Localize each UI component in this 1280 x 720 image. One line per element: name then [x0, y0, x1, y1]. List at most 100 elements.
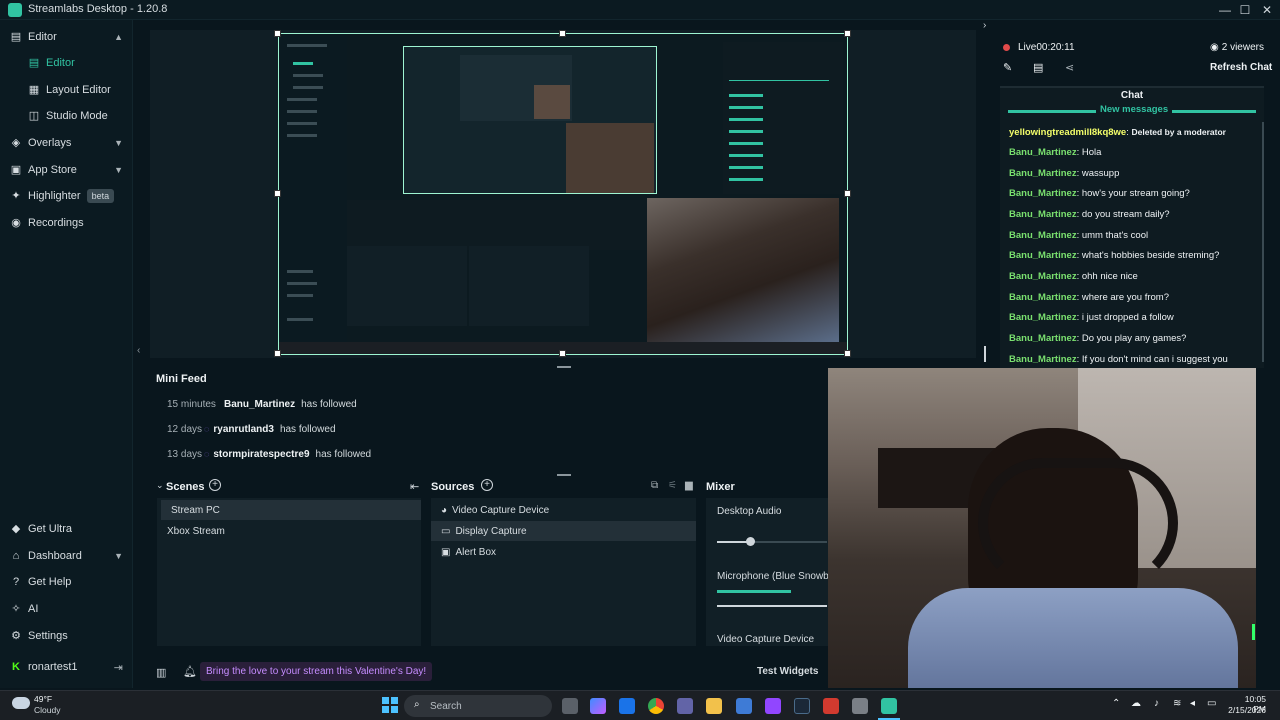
studio-mode-icon: ◫ [28, 110, 40, 122]
sidebar-item-overlays[interactable]: ◈ Overlays ▼ [0, 130, 133, 156]
close-icon[interactable]: ✕ [1256, 0, 1278, 20]
teams-icon[interactable] [677, 698, 693, 714]
editor-icon: ▤ [10, 31, 22, 43]
chat-message: Banu_Martinez: umm that's cool [1009, 230, 1149, 241]
scene-item[interactable]: Stream PC [161, 500, 421, 520]
logout-icon[interactable]: ⇥ [114, 661, 123, 674]
viewer-count: ◉ 2 viewers [1210, 42, 1264, 53]
resize-handle[interactable] [559, 30, 566, 37]
add-source-icon[interactable]: + [481, 479, 493, 491]
share-icon[interactable]: ⋖ [1065, 61, 1074, 74]
splitter-handle[interactable] [557, 474, 571, 476]
chevron-down-icon: ▼ [114, 165, 123, 175]
outlook-icon[interactable] [619, 698, 635, 714]
sidebar-item-editor-group[interactable]: ▤ Editor ▲ [0, 24, 133, 50]
resize-handle[interactable] [274, 350, 281, 357]
collapse-right-icon[interactable]: › [983, 20, 986, 31]
source-group-icon[interactable]: ⧉ [651, 480, 658, 491]
taskbar-search[interactable]: ⌕ Search [404, 695, 552, 717]
promo-banner[interactable]: Bring the love to your stream this Valen… [200, 662, 433, 681]
resize-handle[interactable] [844, 350, 851, 357]
mini-feed-title: Mini Feed [156, 373, 207, 385]
sidebar-item-label: Overlays [28, 137, 72, 149]
source-item[interactable]: ▣ Alert Box [431, 542, 696, 562]
sidebar-item-label: AI [28, 603, 39, 615]
chrome-icon[interactable] [648, 698, 664, 714]
splitter-handle[interactable] [984, 346, 986, 362]
task-view-icon[interactable] [562, 698, 578, 714]
gear-icon: ⚙ [11, 630, 21, 642]
folder-icon[interactable]: ▆ [685, 480, 693, 491]
notification-icon[interactable]: 🔔︎ [183, 665, 197, 678]
cloud-icon [12, 697, 30, 709]
clock-date[interactable]: 2/15/2026 [1226, 705, 1266, 715]
sidebar-item-dashboard[interactable]: ⌂ Dashboard ▼ [0, 543, 133, 569]
source-item[interactable]: ◕ Video Capture Device [431, 500, 696, 520]
resize-handle[interactable] [274, 30, 281, 37]
chevron-down-icon[interactable]: ⌄ [156, 480, 164, 491]
wifi-icon[interactable]: ≋ [1173, 698, 1181, 709]
copilot-icon[interactable] [590, 698, 606, 714]
title-bar: Streamlabs Desktop - 1.20.8 — ☐ ✕ [0, 0, 1280, 20]
kick-icon: ◌ [204, 449, 210, 459]
desktop-audio-slider-thumb[interactable] [746, 537, 755, 546]
chat-message: Banu_Martinez: what's hobbies beside str… [1009, 250, 1220, 261]
splitter-handle[interactable] [557, 366, 571, 368]
resize-handle[interactable] [844, 30, 851, 37]
media-player-icon[interactable] [736, 698, 752, 714]
app-store-icon: ▣ [10, 164, 22, 176]
sidebar-item-get-ultra[interactable]: ◆ Get Ultra [0, 516, 133, 542]
refresh-chat-button[interactable]: Refresh Chat [1210, 62, 1272, 73]
resize-handle[interactable] [559, 350, 566, 357]
sidebar-item-account[interactable]: K ronartest1 ⇥ [0, 654, 133, 680]
battery-icon[interactable]: ▭ [1207, 698, 1216, 709]
sidebar-item-settings[interactable]: ⚙ Settings [0, 623, 133, 649]
sidebar-item-recordings[interactable]: ◉ Recordings [0, 210, 133, 236]
source-item[interactable]: ▭ Display Capture [431, 521, 696, 541]
steam-icon[interactable] [794, 698, 810, 714]
sidebar-item-highlighter[interactable]: ✦ Highlighter beta [0, 183, 133, 209]
test-widgets-button[interactable]: Test Widgets [757, 666, 818, 677]
sources-list: ◕ Video Capture Device ▭ Display Capture… [431, 498, 696, 646]
collapse-left-icon[interactable]: ‹ [137, 345, 140, 356]
mic-volume-slider[interactable] [717, 605, 827, 607]
sidebar-item-label: Studio Mode [46, 110, 108, 122]
sidebar-item-get-help[interactable]: ? Get Help [0, 569, 133, 595]
webcam-icon: ◕ [441, 504, 448, 516]
scene-transition-icon[interactable]: ⇤ [410, 480, 419, 493]
windows-taskbar: 49°F Cloudy ⌕ Search ⌃ ☁ ♪ ≋ ◂ ▭ 10:05 P… [0, 690, 1280, 720]
volume-icon[interactable]: ◂ [1190, 698, 1195, 709]
stats-icon[interactable]: ▥ [156, 666, 166, 679]
display-capture-preview[interactable] [278, 33, 848, 355]
chevron-down-icon: ▼ [114, 551, 123, 561]
sidebar-item-ai[interactable]: ✧ AI [0, 596, 133, 622]
minimize-icon[interactable]: — [1214, 0, 1236, 20]
app-icon[interactable] [823, 698, 839, 714]
resize-handle[interactable] [274, 190, 281, 197]
chevron-up-icon[interactable]: ⌃ [1112, 698, 1120, 709]
weather-temp: 49°F [34, 694, 53, 704]
windows-start-icon[interactable] [382, 697, 398, 713]
add-scene-icon[interactable]: + [209, 479, 221, 491]
file-explorer-icon[interactable] [706, 698, 722, 714]
twitch-icon[interactable] [765, 698, 781, 714]
microphone-icon[interactable]: ♪ [1154, 698, 1159, 709]
sidebar-item-label: Get Ultra [28, 523, 73, 535]
resize-handle[interactable] [844, 190, 851, 197]
streamlabs-taskbar-icon[interactable] [881, 698, 897, 714]
sidebar-item-editor[interactable]: ▤ Editor [0, 50, 133, 76]
sidebar-item-app-store[interactable]: ▣ App Store ▼ [0, 157, 133, 183]
beta-badge: beta [86, 189, 115, 203]
chat-message: Banu_Martinez: where are you from? [1009, 292, 1169, 303]
chat-scrollbar[interactable] [1262, 122, 1264, 362]
sidebar-item-layout-editor[interactable]: ▦ Layout Editor [0, 77, 133, 103]
layout-icon: ▦ [28, 84, 40, 96]
scene-item[interactable]: Xbox Stream [157, 521, 421, 541]
popout-icon[interactable]: ▤ [1033, 61, 1043, 74]
maximize-icon[interactable]: ☐ [1234, 0, 1256, 20]
edit-pencil-icon[interactable]: ✎ [1003, 61, 1012, 74]
source-settings-icon[interactable]: ⚟ [668, 480, 677, 491]
sidebar-item-studio-mode[interactable]: ◫ Studio Mode [0, 103, 133, 129]
settings-gear-icon[interactable] [852, 698, 868, 714]
cloud-sync-icon[interactable]: ☁ [1131, 698, 1141, 709]
